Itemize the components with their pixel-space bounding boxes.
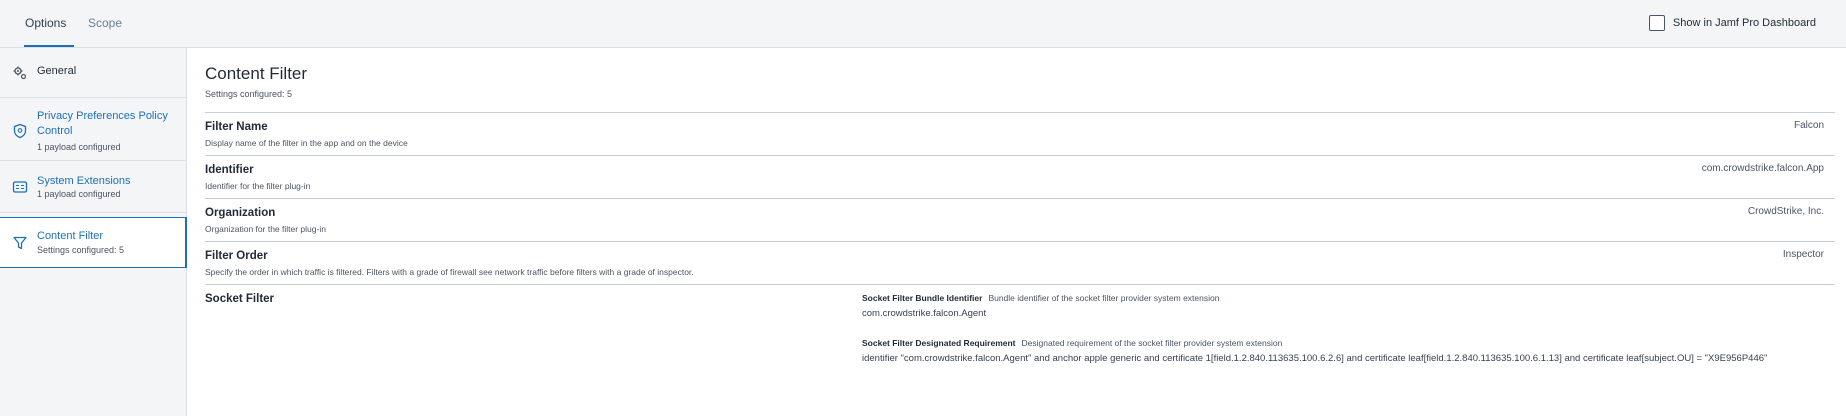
dashboard-checkbox[interactable]: [1648, 15, 1665, 31]
divider: [205, 241, 1835, 242]
field-value: CrowdStrike, Inc.: [1747, 206, 1824, 217]
field-name: Filter Order: [205, 250, 268, 262]
divider: [205, 198, 1835, 199]
gear-icon: [12, 65, 28, 81]
socket-bundle-title: Socket Filter Bundle Identifier Bundle id…: [862, 293, 1219, 303]
sidebar-item-label: System Extensions: [37, 175, 131, 187]
payload-sidebar: General Privacy Preferences Policy Contr…: [0, 48, 187, 416]
field-description: Specify the order in which traffic is fi…: [205, 267, 694, 277]
socket-bundle-label: Socket Filter Bundle Identifier: [862, 293, 983, 303]
field-name: Identifier: [205, 164, 254, 176]
shield-icon: [12, 123, 28, 139]
field-description: Display name of the filter in the app an…: [205, 138, 408, 148]
sidebar-item-label: Privacy Preferences Policy Control: [37, 110, 168, 137]
socket-bundle-desc: Bundle identifier of the socket filter p…: [988, 293, 1220, 303]
filter-icon: [12, 235, 28, 251]
socket-requirement-value: identifier "com.crowdstrike.falcon.Agent…: [862, 353, 1768, 364]
socket-bundle-value: com.crowdstrike.falcon.Agent: [862, 308, 987, 319]
socket-requirement-label: Socket Filter Designated Requirement: [862, 338, 1016, 348]
top-tab-bar: Options Scope Show in Jamf Pro Dashboard: [0, 0, 1846, 48]
field-value: Falcon: [1793, 120, 1824, 131]
socket-requirement-title: Socket Filter Designated Requirement Desi…: [862, 338, 1282, 348]
field-name: Organization: [205, 207, 276, 219]
field-value: Inspector: [1782, 249, 1824, 260]
divider: [205, 155, 1835, 156]
tab-scope-label: Scope: [88, 16, 123, 30]
dashboard-label: Show in Jamf Pro Dashboard: [1672, 17, 1816, 29]
active-tab-indicator: [24, 45, 75, 47]
field-description: Organization for the filter plug-in: [205, 224, 326, 234]
socket-filter-heading: Socket Filter: [205, 293, 275, 305]
field-description: Identifier for the filter plug-in: [205, 181, 311, 191]
field-name: Filter Name: [205, 121, 268, 133]
field-value: com.crowdstrike.falcon.App: [1701, 163, 1824, 174]
sidebar-item-label: General: [37, 65, 77, 77]
socket-requirement-desc: Designated requirement of the socket fil…: [1021, 338, 1283, 348]
page-subtitle: Settings configured: 5: [205, 89, 293, 99]
divider: [205, 112, 1835, 113]
tab-scope[interactable]: Scope: [88, 0, 122, 47]
sidebar-item-privacy[interactable]: Privacy Preferences Policy Control: [0, 98, 186, 161]
tab-options-label: Options: [25, 16, 67, 30]
page-title: Content Filter: [205, 64, 308, 83]
sidebar-item-general[interactable]: General: [0, 48, 186, 98]
divider: [205, 284, 1835, 285]
sidebar-item-label: Content Filter: [37, 230, 104, 242]
sidebar-item-sub: Settings configured: 5: [37, 245, 125, 255]
tab-options[interactable]: Options: [24, 0, 75, 47]
sidebar-item-sub: 1 payload configured: [37, 189, 121, 199]
extension-icon: [12, 179, 28, 195]
sidebar-item-system-extensions[interactable]: System Extensions 1 payload configured: [0, 161, 186, 213]
sidebar-item-content-filter[interactable]: Content Filter Settings configured: 5: [0, 217, 187, 268]
dashboard-toggle[interactable]: Show in Jamf Pro Dashboard: [1648, 14, 1816, 32]
